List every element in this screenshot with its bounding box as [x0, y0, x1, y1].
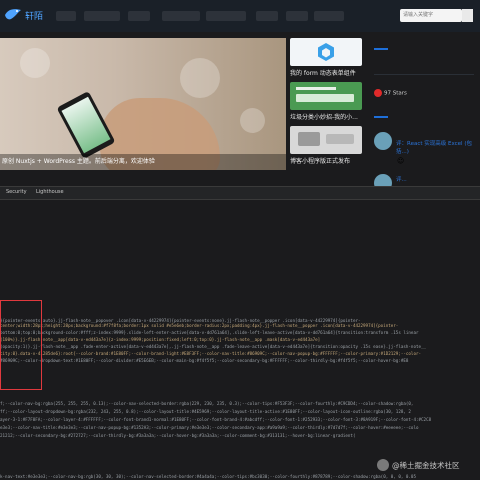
code-line: f;--color-nav-bg:rgba(255, 255, 255, 0.1…	[0, 401, 414, 406]
github-stars[interactable]: 97 Stars	[374, 89, 407, 97]
post-title: 我的 form 动态表单组件	[290, 70, 356, 77]
tab-security[interactable]: Security	[6, 189, 27, 195]
code-line: city:0}.data-v-41285de6}:root{--color-br…	[0, 351, 422, 356]
hero-caption: 原创 Nuxtjs + WordPress 主题。前后端分离，欢迎体验	[0, 154, 286, 170]
nav-item[interactable]	[286, 11, 308, 21]
code-line: ayer-3-1:#F7F8FA;--color-layer-4:#FFFFFF…	[0, 417, 432, 422]
nav-item[interactable]	[256, 11, 278, 21]
post-title: 垃圾分类小妙招-我的小...	[290, 114, 358, 121]
code-line: k-nav-text:#e3e3e3;--color-nav-bg:rgb(30…	[0, 474, 416, 479]
highlight-box	[0, 300, 42, 390]
section-divider	[374, 48, 388, 50]
hero-banner[interactable]: 原创 Nuxtjs + WordPress 主题。前后端分离，欢迎体验	[0, 38, 286, 170]
post-thumbnail	[290, 82, 362, 110]
bird-logo-icon[interactable]	[4, 7, 22, 21]
search-button[interactable]	[462, 9, 473, 22]
emoji-icon: ☺	[397, 157, 405, 165]
section-divider	[374, 116, 388, 118]
code-line: e3e3;--color-nav-title:#e3e3e3;--color-n…	[0, 425, 419, 430]
post-thumbnail	[290, 38, 362, 66]
code-line: (opacity:1)}.jj-flash-note__app .fade-en…	[0, 344, 427, 349]
nav-item[interactable]	[56, 11, 76, 21]
nav-item[interactable]	[162, 11, 200, 21]
section-divider	[374, 74, 474, 75]
nav-item[interactable]	[206, 11, 246, 21]
post-card[interactable]: 我的 form 动态表单组件	[290, 38, 362, 77]
avatar[interactable]	[374, 132, 392, 150]
code-line: #86909C;--color-dropdown-text:#1E80FF;--…	[0, 358, 409, 363]
stars-count: 97 Stars	[384, 90, 407, 97]
brand-name[interactable]: 轩陌	[25, 9, 43, 22]
nav-item[interactable]	[84, 11, 120, 21]
code-line: ff;--color-layout-dropdown-bg:rgba(232, …	[0, 409, 411, 414]
post-thumbnail	[290, 126, 362, 154]
tab-lighthouse[interactable]: Lighthouse	[36, 189, 64, 195]
github-icon	[374, 89, 382, 97]
code-line: center;width:28px;height:28px;background…	[0, 323, 399, 328]
search-input[interactable]	[400, 9, 462, 22]
code-line: bottom:0;top:0;background-color:#fff;z-i…	[0, 330, 419, 335]
devtools-tabbar: Security Lighthouse	[0, 186, 480, 200]
post-card[interactable]: 垃圾分类小妙招-我的小...	[290, 82, 362, 121]
post-title: 博客小程序版正式发布	[290, 158, 351, 165]
juejin-logo-icon	[377, 459, 389, 471]
comment-link[interactable]: 评...	[396, 175, 407, 183]
nav-item[interactable]	[314, 11, 344, 21]
post-card[interactable]: 博客小程序版正式发布	[290, 126, 362, 165]
top-nav-bar: 轩陌	[0, 0, 480, 32]
code-line: (100%)}.jj-flash-note__app[data-v-ed443a…	[0, 337, 321, 342]
hexagon-logo-icon	[318, 43, 334, 61]
nav-item[interactable]	[128, 11, 150, 21]
watermark: @稀土掘金技术社区	[392, 461, 460, 470]
code-line: 21212;--color-secondary-bg:#272727;--col…	[0, 433, 356, 438]
comment-link[interactable]: 评：React 实现高级 Excel (包括...)	[396, 139, 480, 155]
